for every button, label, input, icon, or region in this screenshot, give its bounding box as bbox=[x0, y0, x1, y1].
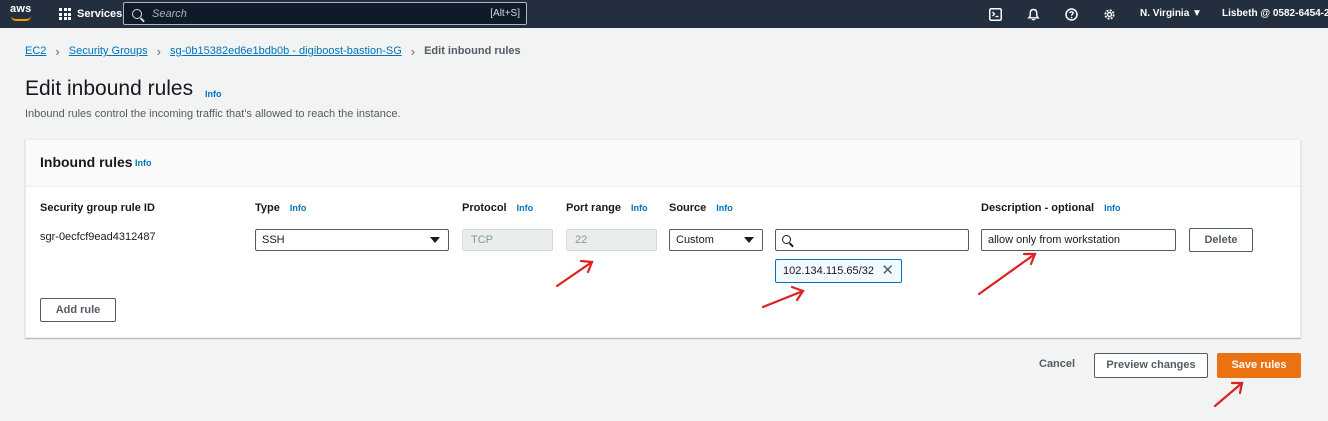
panel-info-link[interactable]: Info bbox=[135, 158, 152, 168]
cancel-button[interactable]: Cancel bbox=[1039, 358, 1075, 370]
description-input[interactable]: allow only from workstation bbox=[981, 229, 1176, 251]
close-icon[interactable]: ✕ bbox=[881, 260, 894, 282]
type-select-value: SSH bbox=[262, 234, 285, 246]
aws-logo[interactable]: aws bbox=[10, 4, 34, 24]
chevron-right-icon: › bbox=[55, 43, 60, 59]
region-selector[interactable]: N. Virginia ▼ bbox=[1140, 0, 1202, 28]
source-type-select[interactable]: Custom bbox=[669, 229, 763, 251]
source-cidr-token-label: 102.134.115.65/32 bbox=[783, 265, 874, 277]
cloudshell-icon[interactable] bbox=[988, 7, 1002, 21]
annotation-arrow-save-icon bbox=[1213, 381, 1244, 408]
account-menu[interactable]: Lisbeth @ 0582-6454-277 bbox=[1222, 0, 1328, 28]
rule-id-value: sgr-0ecfcf9ead4312487 bbox=[40, 231, 156, 243]
page-description: Inbound rules control the incoming traff… bbox=[25, 108, 401, 120]
services-label: Services bbox=[77, 8, 123, 20]
search-shortcut-hint: [Alt+S] bbox=[490, 8, 520, 19]
page-info-link[interactable]: Info bbox=[205, 89, 222, 99]
chevron-right-icon: › bbox=[156, 43, 161, 59]
column-header-rule-id: Security group rule ID bbox=[40, 202, 155, 214]
search-icon bbox=[782, 235, 791, 244]
page-title: Edit inbound rules bbox=[25, 77, 194, 100]
type-select[interactable]: SSH bbox=[255, 229, 449, 251]
description-info-link[interactable]: Info bbox=[1104, 203, 1121, 213]
breadcrumb: EC2 › Security Groups › sg-0b15382ed6e1b… bbox=[25, 43, 521, 59]
description-input-value: allow only from workstation bbox=[988, 234, 1121, 246]
global-search-box[interactable]: [Alt+S] bbox=[123, 2, 527, 25]
aws-smile-icon bbox=[11, 16, 31, 21]
inbound-rules-panel: Inbound rules Info Security group rule I… bbox=[25, 139, 1301, 338]
preview-changes-button[interactable]: Preview changes bbox=[1094, 353, 1208, 378]
source-cidr-token: 102.134.115.65/32 ✕ bbox=[775, 259, 902, 283]
panel-title: Inbound rules bbox=[40, 154, 133, 170]
protocol-info-link[interactable]: Info bbox=[517, 203, 534, 213]
bell-icon[interactable] bbox=[1026, 7, 1040, 21]
protocol-field: TCP bbox=[462, 229, 553, 251]
type-info-link[interactable]: Info bbox=[290, 203, 307, 213]
source-info-link[interactable]: Info bbox=[716, 203, 733, 213]
breadcrumb-ec2-link[interactable]: EC2 bbox=[25, 45, 46, 57]
breadcrumb-security-groups-link[interactable]: Security Groups bbox=[69, 45, 148, 57]
column-header-type: Type Info bbox=[255, 202, 307, 214]
gear-icon[interactable] bbox=[1102, 7, 1116, 21]
top-nav: aws Services [Alt+S] N. Virginia ▼ Lisbe… bbox=[0, 0, 1328, 28]
save-rules-button[interactable]: Save rules bbox=[1217, 353, 1301, 378]
help-icon[interactable] bbox=[1064, 7, 1078, 21]
column-header-description: Description - optional Info bbox=[981, 202, 1121, 214]
port-range-field: 22 bbox=[566, 229, 657, 251]
breadcrumb-security-group-link[interactable]: sg-0b15382ed6e1bdb0b - digiboost-bastion… bbox=[170, 45, 402, 57]
port-range-info-link[interactable]: Info bbox=[631, 203, 648, 213]
caret-down-icon bbox=[430, 237, 440, 243]
aws-logo-text: aws bbox=[10, 3, 32, 15]
breadcrumb-current: Edit inbound rules bbox=[424, 45, 521, 57]
services-menu-button[interactable]: Services bbox=[59, 0, 122, 28]
search-icon bbox=[132, 8, 142, 19]
grid-icon bbox=[59, 8, 71, 20]
source-cidr-search-input[interactable] bbox=[775, 229, 969, 251]
caret-down-icon bbox=[744, 237, 754, 243]
column-header-source: Source Info bbox=[669, 202, 733, 214]
global-search-input[interactable] bbox=[152, 7, 472, 20]
delete-rule-button[interactable]: Delete bbox=[1189, 228, 1253, 252]
column-header-protocol: Protocol Info bbox=[462, 202, 534, 214]
column-header-port-range: Port range Info bbox=[566, 202, 648, 214]
panel-header: Inbound rules Info bbox=[26, 140, 1300, 187]
source-type-value: Custom bbox=[676, 234, 714, 246]
add-rule-button[interactable]: Add rule bbox=[40, 298, 116, 322]
chevron-right-icon: › bbox=[410, 43, 416, 59]
